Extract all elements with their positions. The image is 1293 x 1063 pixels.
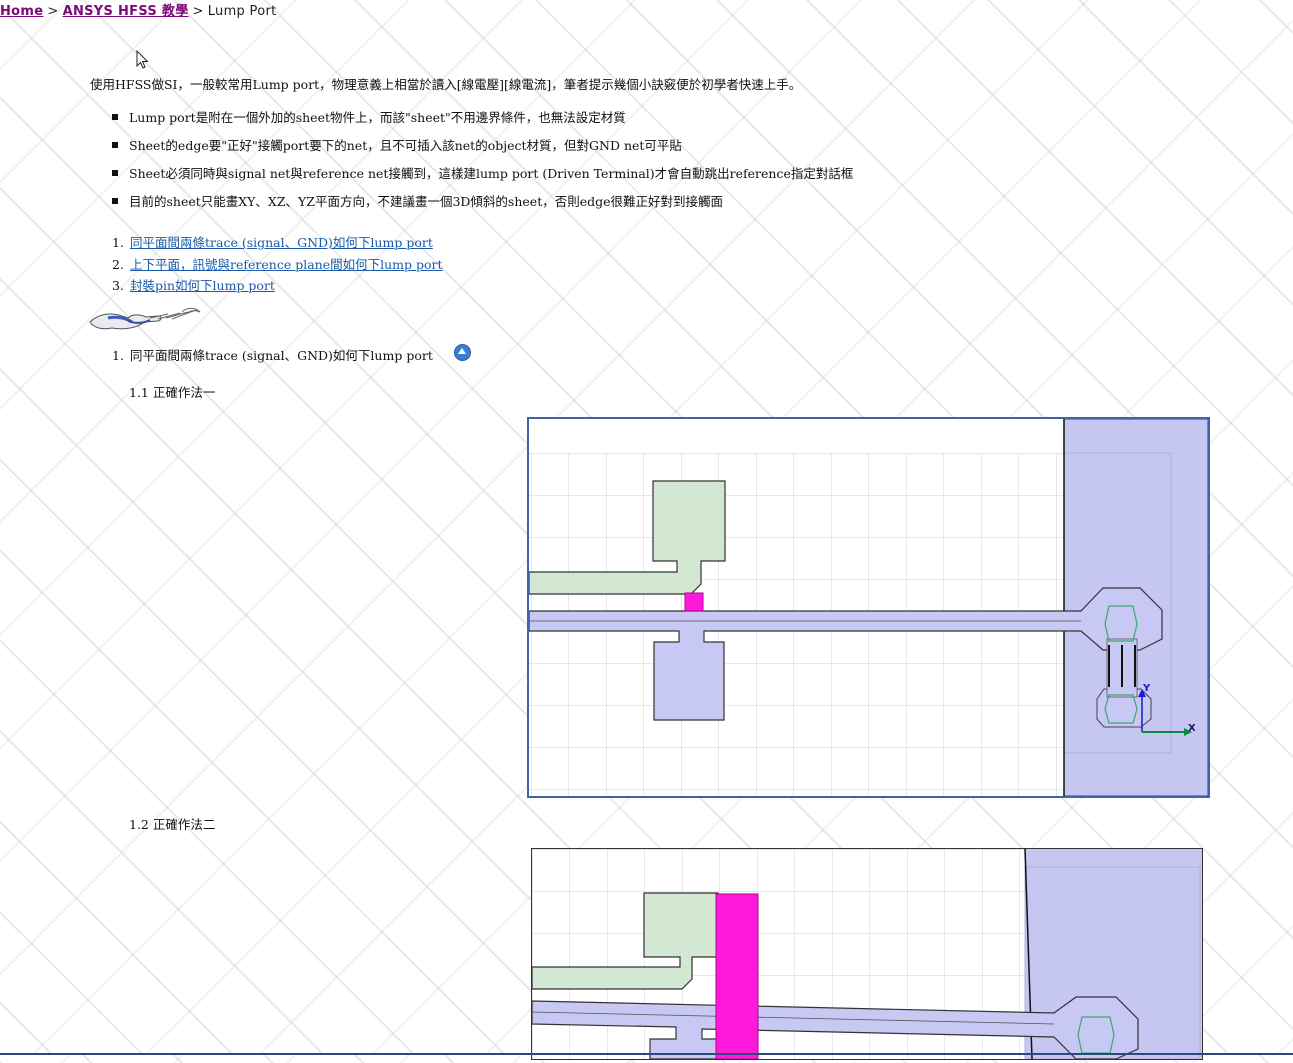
lump-port-sheet	[715, 893, 759, 1060]
back-to-top-icon[interactable]	[454, 344, 471, 361]
breadcrumb-current: Lump Port	[207, 4, 277, 19]
subsection-1-2-title: 1.2 正確作法二	[129, 817, 216, 832]
section-number: 1.	[112, 348, 124, 363]
list-item: Sheet的edge要"正好"接觸port要下的net，且不可插入該net的ob…	[112, 132, 853, 160]
toc-link-2[interactable]: 上下平面，訊號與reference plane間如何下lump port	[130, 257, 443, 272]
toc-number: 3.	[112, 278, 124, 293]
breadcrumb-category-link[interactable]: ANSYS HFSS 教學	[63, 4, 189, 19]
toc-number: 2.	[112, 256, 124, 272]
hfss-screenshot-1: Y X	[527, 417, 1210, 798]
toc-item: 3. 封裝pin如何下lump port	[112, 275, 443, 297]
toc-link-1[interactable]: 同平面間兩條trace (signal、GND)如何下lump port	[130, 235, 433, 250]
breadcrumb-home-link[interactable]: Home	[0, 4, 43, 19]
axis-x-label: X	[1188, 723, 1196, 734]
breadcrumb-separator: >	[192, 4, 204, 19]
lump-port-sheet	[684, 592, 704, 612]
tips-list: Lump port是附在一個外加的sheet物件上，而該"sheet"不用邊界條…	[112, 104, 853, 216]
list-item: Sheet必須同時與signal net與reference net接觸到，這樣…	[112, 160, 853, 188]
hfss-layout-drawing-1: Y X	[528, 418, 1209, 797]
breadcrumb-separator: >	[47, 4, 59, 19]
axis-y-label: Y	[1142, 683, 1151, 694]
mouse-cursor-icon	[136, 50, 149, 69]
subsection-1-1-title: 1.1 正確作法一	[129, 385, 216, 400]
list-item: 目前的sheet只能畫XY、XZ、YZ平面方向，不建議畫一個3D傾斜的sheet…	[112, 188, 853, 216]
pointing-hand-icon	[89, 307, 201, 330]
list-item: Lump port是附在一個外加的sheet物件上，而該"sheet"不用邊界條…	[112, 104, 853, 132]
toc-number: 1.	[112, 235, 124, 250]
toc-item: 1. 同平面間兩條trace (signal、GND)如何下lump port	[112, 232, 443, 254]
section-1-title: 1. 同平面間兩條trace (signal、GND)如何下lump port	[112, 345, 433, 364]
toc-item: 2. 上下平面，訊號與reference plane間如何下lump port	[112, 254, 443, 276]
section-title-text: 同平面間兩條trace (signal、GND)如何下lump port	[130, 348, 433, 363]
intro-text: 使用HFSS做SI，一般較常用Lump port，物理意義上相當於讀入[線電壓]…	[90, 77, 802, 92]
hfss-screenshot-2	[531, 848, 1203, 1060]
table-of-contents: 1. 同平面間兩條trace (signal、GND)如何下lump port 2…	[112, 232, 443, 297]
breadcrumb: Home > ANSYS HFSS 教學 > Lump Port	[0, 0, 277, 19]
toc-link-3[interactable]: 封裝pin如何下lump port	[130, 278, 275, 293]
hfss-layout-drawing-2	[531, 848, 1202, 1060]
